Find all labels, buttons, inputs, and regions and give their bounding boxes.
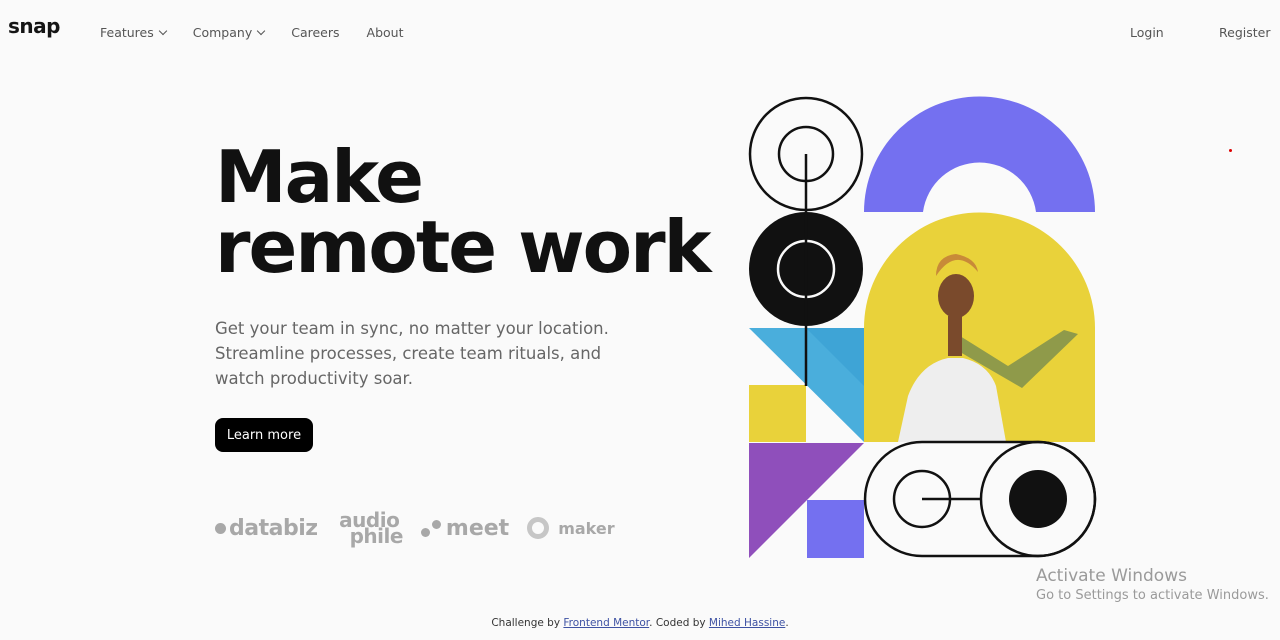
- databiz-dot-icon: [215, 522, 226, 534]
- footer-middle: . Coded by: [649, 617, 709, 629]
- client-logos: databiz audio phile meet maker: [215, 510, 615, 548]
- hero-title: Make remote work: [215, 141, 712, 283]
- stray-dot: [1229, 149, 1232, 152]
- frontend-mentor-link[interactable]: Frontend Mentor: [563, 617, 649, 629]
- footer-suffix: .: [785, 617, 789, 629]
- nav-about[interactable]: About: [367, 25, 404, 40]
- nav-company[interactable]: Company: [192, 25, 266, 40]
- chevron-down-icon: [256, 26, 266, 36]
- nav-company-label: Company: [192, 25, 253, 40]
- meet-label: meet: [445, 515, 510, 541]
- audiophile-bottom: phile: [349, 524, 404, 548]
- watermark-subtitle: Go to Settings to activate Windows.: [1036, 588, 1269, 603]
- nav-careers[interactable]: Careers: [291, 25, 339, 40]
- nav-careers-label: Careers: [291, 25, 340, 40]
- chevron-down-icon: [158, 26, 167, 36]
- login-link[interactable]: Login: [1130, 25, 1164, 40]
- meet-dots-icon: [420, 519, 441, 537]
- footer-prefix: Challenge by: [491, 617, 564, 629]
- black-dot-shape: [1009, 470, 1067, 528]
- purple-arch-shape: [864, 96, 1095, 212]
- author-link[interactable]: Mihed Hassine: [709, 617, 785, 629]
- windows-activation-watermark: Activate Windows Go to Settings to activ…: [1036, 566, 1269, 603]
- purple-square-shape: [807, 500, 864, 558]
- nav-features[interactable]: Features: [100, 25, 167, 40]
- audiophile-logo: audio phile: [336, 510, 404, 548]
- hero-description: Get your team in sync, no matter your lo…: [215, 319, 609, 388]
- databiz-logo: databiz: [215, 516, 318, 541]
- yellow-square-shape: [749, 385, 806, 442]
- snap-logo[interactable]: snap: [8, 14, 60, 38]
- hero-title-line2: remote work: [215, 205, 712, 289]
- maker-swirl-icon: [527, 517, 550, 539]
- main-nav: Features Company Careers About: [100, 25, 403, 40]
- register-link[interactable]: Register: [1219, 25, 1270, 40]
- meet-logo: meet: [420, 515, 510, 541]
- maker-logo: maker: [527, 517, 615, 539]
- maker-label: maker: [558, 518, 615, 538]
- databiz-label: databiz: [229, 515, 318, 541]
- learn-more-button[interactable]: Learn more: [215, 418, 313, 452]
- watermark-title: Activate Windows: [1036, 566, 1187, 586]
- hero-illustration: [748, 96, 1097, 558]
- nav-features-label: Features: [100, 25, 154, 40]
- nav-about-label: About: [366, 25, 404, 40]
- attribution-footer: Challenge by Frontend Mentor. Coded by M…: [0, 617, 1280, 629]
